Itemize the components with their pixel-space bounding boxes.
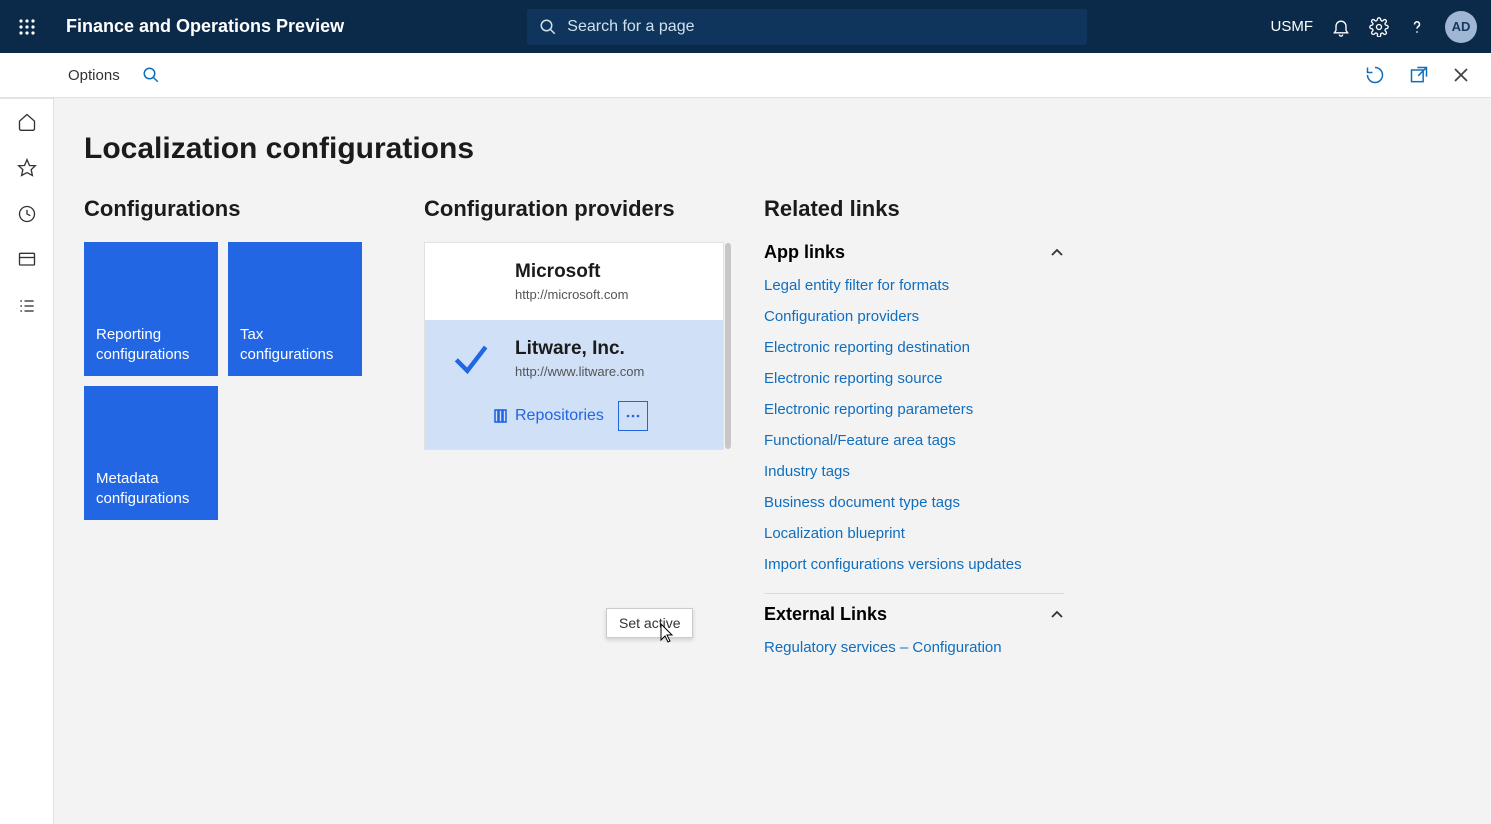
avatar[interactable]: AD	[1445, 11, 1477, 43]
configurations-heading: Configurations	[84, 196, 384, 222]
repositories-button[interactable]: Repositories	[487, 403, 610, 429]
options-bar: Options	[0, 53, 1491, 98]
providers-list: Microsoft http://microsoft.com Litware, …	[424, 242, 724, 450]
related-links-heading: Related links	[764, 196, 1064, 222]
company-code[interactable]: USMF	[1271, 18, 1314, 35]
scrollbar[interactable]	[725, 243, 731, 449]
provider-url: http://microsoft.com	[515, 287, 705, 302]
home-icon[interactable]	[0, 99, 54, 145]
gear-icon[interactable]	[1369, 17, 1389, 37]
left-rail	[0, 53, 54, 824]
chevron-up-icon	[1050, 246, 1064, 260]
options-menu[interactable]: Options	[68, 67, 120, 84]
refresh-icon[interactable]	[1365, 65, 1385, 85]
repositories-label: Repositories	[515, 407, 604, 425]
provider-name: Litware, Inc.	[515, 338, 705, 360]
popout-icon[interactable]	[1409, 65, 1429, 85]
app-links-heading: App links	[764, 242, 845, 263]
link-item[interactable]: Industry tags	[764, 463, 1064, 480]
link-item[interactable]: Electronic reporting source	[764, 370, 1064, 387]
workspace-icon[interactable]	[0, 237, 54, 283]
provider-name: Microsoft	[515, 261, 705, 283]
link-item[interactable]: Business document type tags	[764, 494, 1064, 511]
provider-card[interactable]: Microsoft http://microsoft.com	[425, 243, 723, 320]
bell-icon[interactable]	[1331, 17, 1351, 37]
check-icon	[449, 336, 493, 380]
modules-icon[interactable]	[0, 283, 54, 329]
set-active-menu-item[interactable]: Set active	[606, 608, 693, 638]
search-icon	[539, 18, 557, 36]
tile-metadata-configurations[interactable]: Metadata configurations	[84, 386, 218, 520]
related-links-section: Related links App links Legal entity fil…	[764, 196, 1064, 676]
content-area: Localization configurations Configuratio…	[54, 98, 1491, 824]
tile-reporting-configurations[interactable]: Reporting configurations	[84, 242, 218, 376]
search-box[interactable]	[527, 9, 1087, 45]
tile-label: Tax configurations	[240, 325, 350, 364]
link-item[interactable]: Configuration providers	[764, 308, 1064, 325]
search-input[interactable]	[567, 18, 1075, 36]
page-title: Localization configurations	[84, 132, 1461, 166]
app-launcher-icon[interactable]	[0, 18, 54, 36]
app-title: Finance and Operations Preview	[54, 16, 344, 37]
link-item[interactable]: Functional/Feature area tags	[764, 432, 1064, 449]
link-item[interactable]: Import configurations versions updates	[764, 556, 1064, 573]
tile-label: Metadata configurations	[96, 469, 206, 508]
tile-tax-configurations[interactable]: Tax configurations	[228, 242, 362, 376]
close-icon[interactable]	[1453, 67, 1469, 83]
provider-url: http://www.litware.com	[515, 364, 705, 379]
external-links-heading: External Links	[764, 604, 887, 625]
chevron-up-icon	[1050, 608, 1064, 622]
star-icon[interactable]	[0, 145, 54, 191]
tile-label: Reporting configurations	[96, 325, 206, 364]
help-icon[interactable]	[1407, 17, 1427, 37]
provider-card-selected[interactable]: Litware, Inc. http://www.litware.com Rep…	[425, 320, 723, 449]
page-search-icon[interactable]	[142, 66, 160, 84]
link-item[interactable]: Legal entity filter for formats	[764, 277, 1064, 294]
app-links-list: Legal entity filter for formats Configur…	[764, 277, 1064, 573]
link-item[interactable]: Localization blueprint	[764, 525, 1064, 542]
repositories-icon	[493, 408, 509, 424]
external-links-list: Regulatory services – Configuration	[764, 639, 1064, 656]
topbar: Finance and Operations Preview USMF AD	[0, 0, 1491, 53]
link-item[interactable]: Electronic reporting parameters	[764, 401, 1064, 418]
recent-icon[interactable]	[0, 191, 54, 237]
link-item[interactable]: Regulatory services – Configuration	[764, 639, 1064, 656]
external-links-header[interactable]: External Links	[764, 593, 1064, 625]
configurations-section: Configurations Reporting configurations …	[84, 196, 384, 520]
more-button[interactable]	[618, 401, 648, 431]
providers-heading: Configuration providers	[424, 196, 724, 222]
link-item[interactable]: Electronic reporting destination	[764, 339, 1064, 356]
providers-section: Configuration providers Microsoft http:/…	[424, 196, 724, 450]
app-links-header[interactable]: App links	[764, 242, 1064, 263]
